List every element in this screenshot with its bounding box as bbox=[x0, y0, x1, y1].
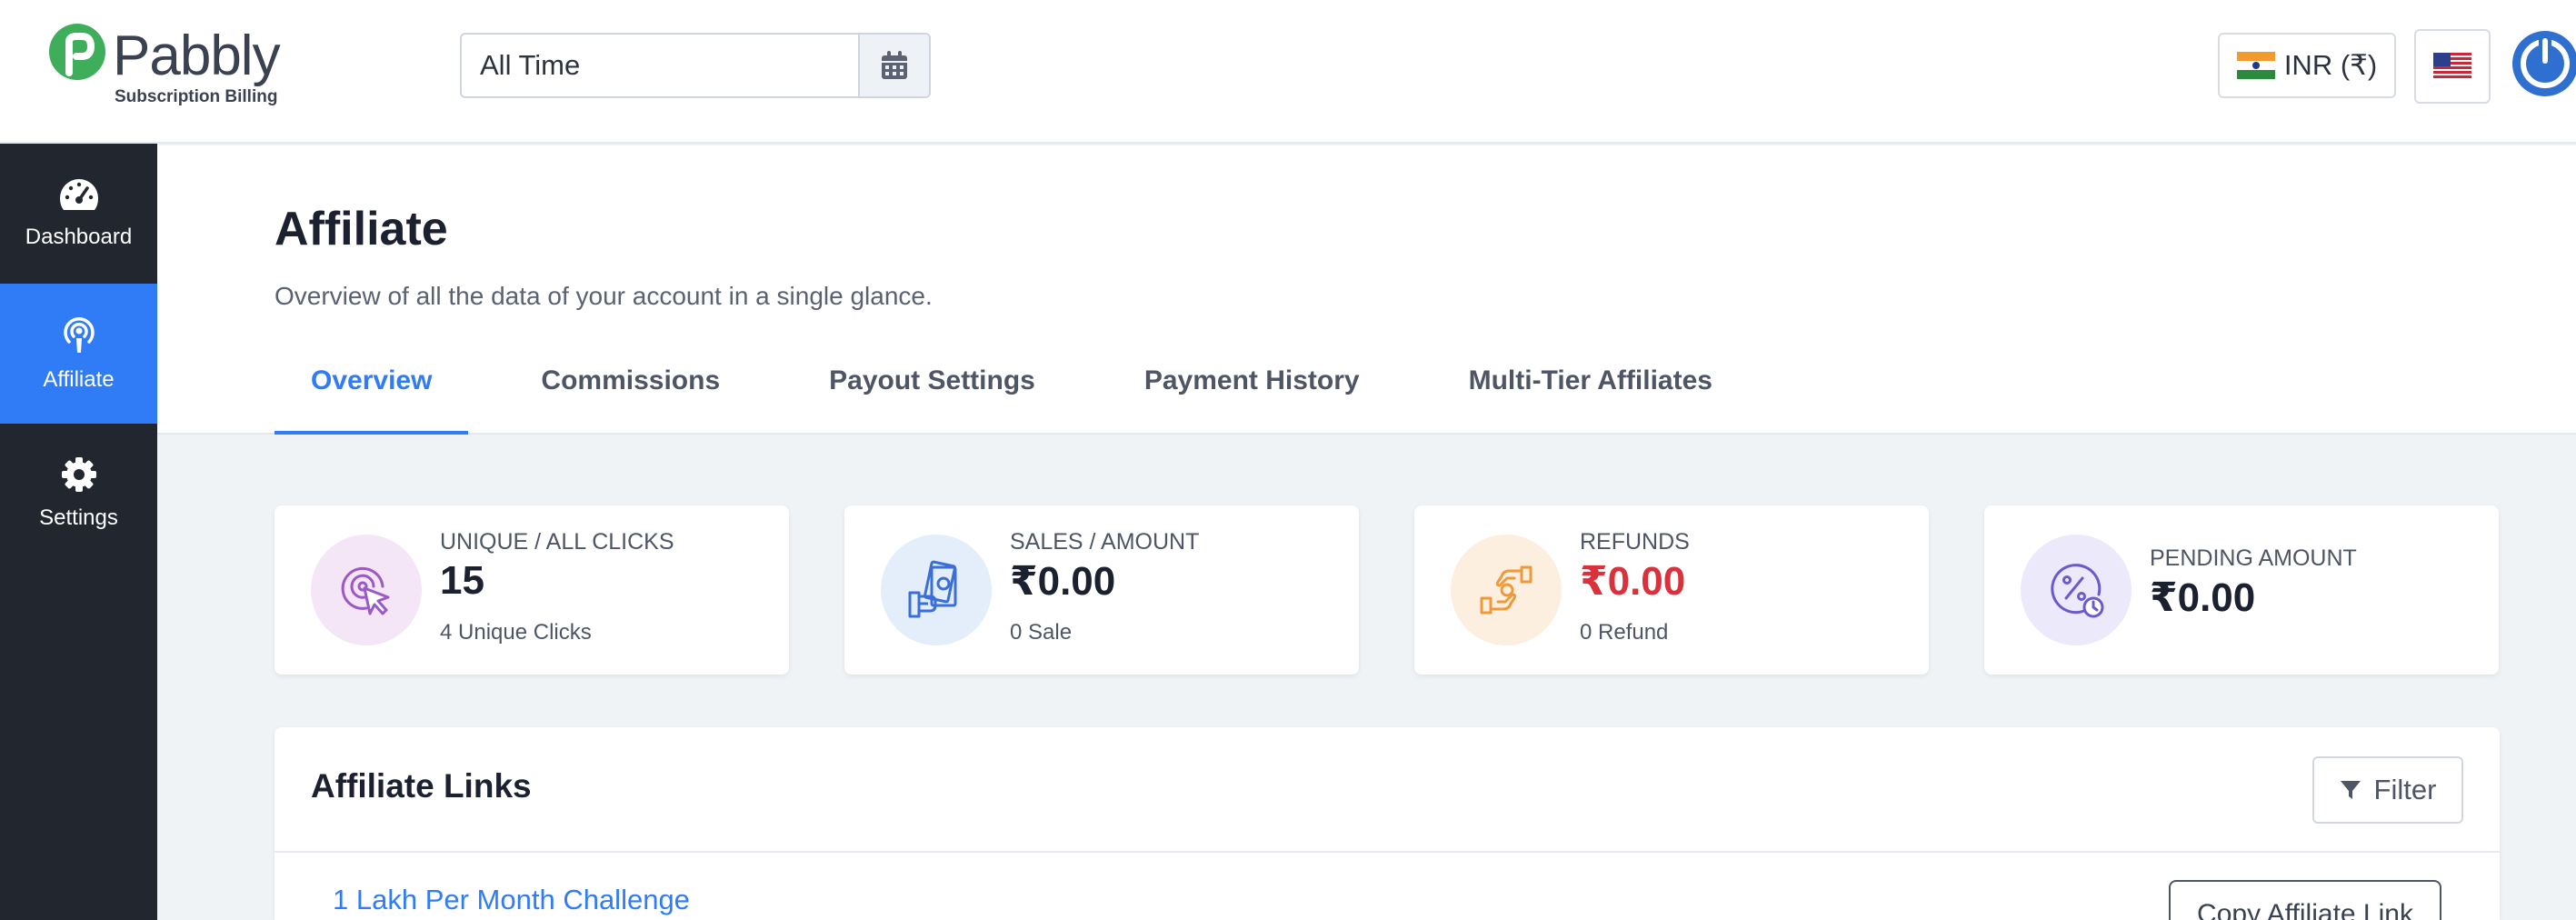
sidebar-item-label: Affiliate bbox=[43, 367, 115, 392]
stat-card-refunds: REFUNDS ₹0.00 0 Refund bbox=[1414, 505, 1929, 675]
affiliate-links-title: Affiliate Links bbox=[311, 767, 532, 805]
page-subtitle: Overview of all the data of your account… bbox=[275, 282, 933, 310]
affiliate-tabs: Overview Commissions Payout Settings Pay… bbox=[275, 362, 1785, 435]
stat-card-pending: PENDING AMOUNT ₹0.00 bbox=[1984, 505, 2499, 675]
brand-name: Pabbly bbox=[113, 25, 281, 87]
stat-value: ₹0.00 bbox=[2150, 575, 2256, 620]
stat-foot: 0 Refund bbox=[1580, 620, 1669, 645]
affiliate-link-name[interactable]: 1 Lakh Per Month Challenge bbox=[333, 884, 690, 916]
currency-selector[interactable]: INR (₹) bbox=[2218, 33, 2396, 98]
pabbly-logo-icon bbox=[49, 24, 105, 80]
tab-multi-tier-affiliates[interactable]: Multi-Tier Affiliates bbox=[1433, 362, 1749, 435]
affiliate-links-panel: Affiliate Links Filter 1 Lakh Per Month … bbox=[275, 727, 2500, 920]
india-flag-icon bbox=[2236, 52, 2275, 79]
affiliate-links-header: Affiliate Links Filter bbox=[275, 727, 2500, 853]
stat-icon-wrap bbox=[1451, 535, 1562, 645]
stat-foot: 0 Sale bbox=[1010, 620, 1073, 645]
table-row: 1 Lakh Per Month Challenge Copy Affiliat… bbox=[275, 853, 2500, 920]
filter-icon bbox=[2340, 781, 2361, 799]
filter-button[interactable]: Filter bbox=[2312, 756, 2463, 824]
stat-value: ₹0.00 bbox=[1580, 559, 1686, 604]
stat-icon-wrap bbox=[2021, 535, 2132, 645]
tab-commissions[interactable]: Commissions bbox=[504, 362, 756, 435]
sidebar-item-dashboard[interactable]: Dashboard bbox=[0, 144, 157, 284]
speedometer-icon bbox=[59, 179, 98, 210]
refund-hands-icon bbox=[1480, 565, 1533, 615]
sidebar-item-affiliate[interactable]: Affiliate bbox=[0, 284, 157, 424]
language-selector[interactable] bbox=[2414, 29, 2491, 104]
sidebar: Dashboard Affiliate Settings bbox=[0, 144, 157, 920]
stat-value: 15 bbox=[440, 558, 484, 603]
percent-clock-icon bbox=[2051, 564, 2104, 618]
top-header: Pabbly Subscription Billing INR (₹) bbox=[0, 0, 2576, 144]
brand-subtitle: Subscription Billing bbox=[115, 87, 278, 106]
stat-foot: 4 Unique Clicks bbox=[440, 620, 592, 645]
sidebar-item-label: Dashboard bbox=[25, 225, 133, 249]
stat-card-sales: SALES / AMOUNT ₹0.00 0 Sale bbox=[844, 505, 1359, 675]
tab-overview[interactable]: Overview bbox=[275, 362, 469, 435]
calendar-button[interactable] bbox=[858, 35, 929, 96]
account-power-button[interactable] bbox=[2509, 29, 2576, 98]
copy-affiliate-link-button[interactable]: Copy Affiliate Link bbox=[2169, 880, 2441, 920]
power-icon bbox=[2512, 31, 2576, 96]
stat-label: SALES / AMOUNT bbox=[1010, 529, 1200, 555]
page-header: Affiliate Overview of all the data of yo… bbox=[157, 145, 2576, 435]
sidebar-item-settings[interactable]: Settings bbox=[0, 424, 157, 564]
broadcast-icon bbox=[63, 317, 95, 353]
pabbly-logo[interactable]: Pabbly Subscription Billing bbox=[45, 22, 282, 113]
us-flag-icon bbox=[2433, 53, 2471, 80]
stat-icon-wrap bbox=[881, 535, 992, 645]
stat-label: REFUNDS bbox=[1580, 529, 1690, 555]
stat-card-clicks: UNIQUE / ALL CLICKS 15 4 Unique Clicks bbox=[275, 505, 789, 675]
currency-label: INR (₹) bbox=[2283, 49, 2378, 81]
stat-value: ₹0.00 bbox=[1010, 559, 1116, 604]
filter-label: Filter bbox=[2373, 774, 2437, 805]
stat-icon-wrap bbox=[311, 535, 422, 645]
cash-hand-icon bbox=[908, 560, 957, 618]
tab-payment-history[interactable]: Payment History bbox=[1108, 362, 1396, 435]
date-range-input[interactable] bbox=[462, 35, 858, 96]
calendar-icon bbox=[882, 51, 907, 79]
date-range-picker[interactable] bbox=[460, 33, 931, 98]
sidebar-item-label: Settings bbox=[39, 505, 118, 530]
stat-label: UNIQUE / ALL CLICKS bbox=[440, 529, 674, 555]
click-target-icon bbox=[341, 566, 390, 615]
gear-icon bbox=[61, 457, 96, 492]
page-title: Affiliate bbox=[275, 203, 448, 255]
stat-label: PENDING AMOUNT bbox=[2150, 545, 2357, 571]
tab-payout-settings[interactable]: Payout Settings bbox=[793, 362, 1072, 435]
